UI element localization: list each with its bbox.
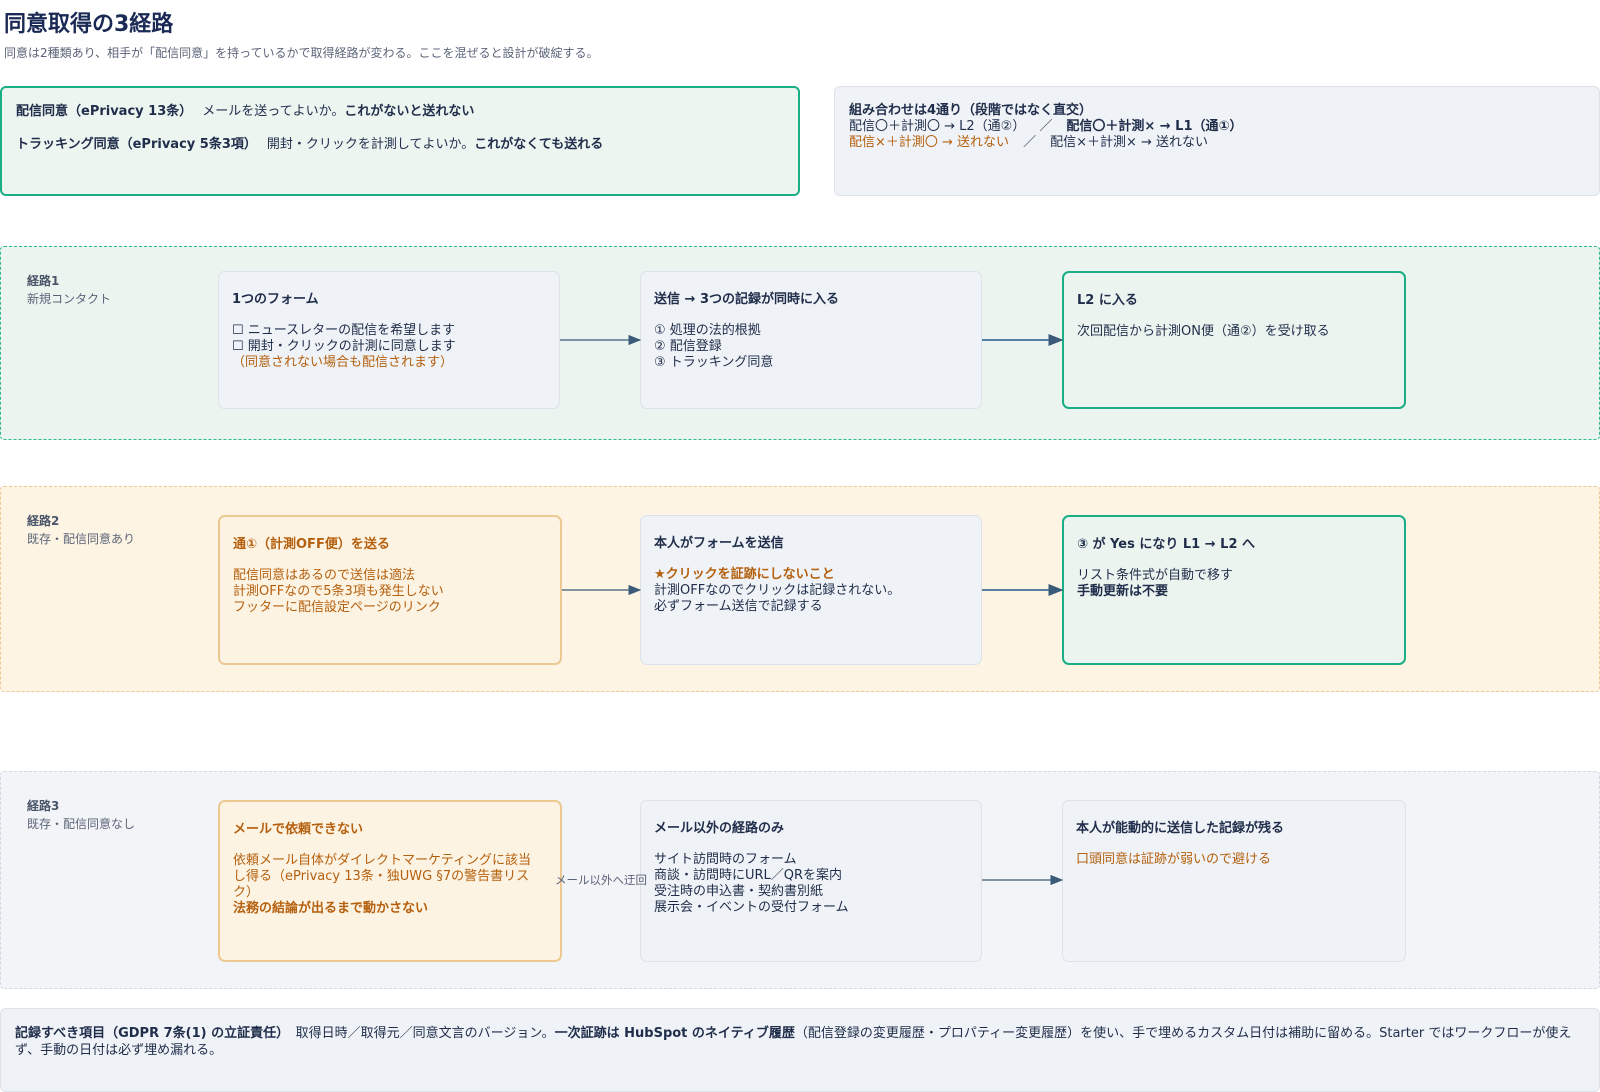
footer-label: 記録すべき項目（GDPR 7条(1) の立証責任） <box>15 1026 283 1041</box>
footer-note: 記録すべき項目（GDPR 7条(1) の立証責任） 取得日時／取得元／同意文言の… <box>0 1008 1600 1092</box>
edge-label-detour: メール以外へ迂回 <box>555 873 647 887</box>
footer-emphasis: 一次証跡は HubSpot のネイティブ履歴 <box>554 1026 795 1041</box>
footer-text: 取得日時／取得元／同意文言のバージョン。 <box>295 1026 555 1041</box>
flow-arrows: メール以外へ迂回 <box>555 334 1064 887</box>
